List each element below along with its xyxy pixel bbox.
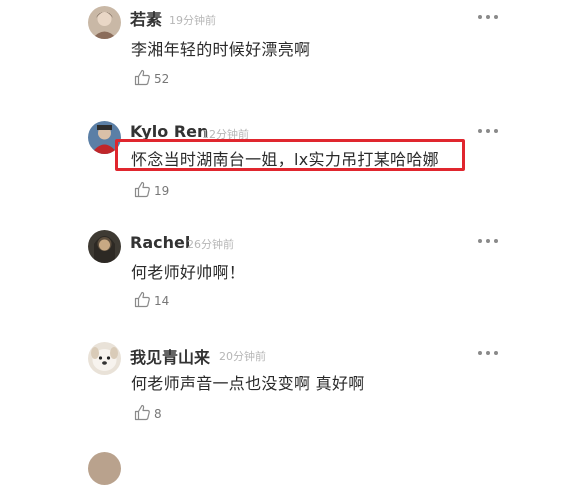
comment-text: 何老师好帅啊！ [131,263,246,282]
more-options-icon[interactable] [478,126,498,136]
highlight-box [115,139,465,171]
like-button[interactable]: 14 [134,288,169,308]
username[interactable]: Rachel [130,233,190,252]
username[interactable]: 我见青山来 [130,344,210,368]
comment-text: 李湘年轻的时候好漂亮啊 [131,40,311,59]
timestamp: 26分钟前 [187,238,234,251]
like-count: 52 [154,72,170,86]
thumbs-up-icon [134,404,150,421]
timestamp: 20分钟前 [219,350,266,363]
comment-text: 何老师声音一点也没变啊 真好啊 [131,374,365,393]
thumbs-up-icon [134,291,150,308]
like-button[interactable]: 52 [134,66,169,86]
thumbs-up-icon [134,69,150,86]
more-options-icon[interactable] [478,12,498,22]
avatar[interactable] [88,6,121,39]
like-count: 8 [154,407,162,421]
avatar[interactable] [88,452,121,485]
timestamp: 19分钟前 [169,14,216,27]
more-options-icon[interactable] [478,236,498,246]
more-options-icon[interactable] [478,348,498,358]
thumbs-up-icon [134,181,150,198]
like-count: 19 [154,184,170,198]
like-button[interactable]: 8 [134,401,162,421]
like-button[interactable]: 19 [134,178,169,198]
like-count: 14 [154,294,170,308]
avatar[interactable] [88,342,121,375]
username[interactable]: 若素 [130,6,162,30]
avatar[interactable] [88,230,121,263]
